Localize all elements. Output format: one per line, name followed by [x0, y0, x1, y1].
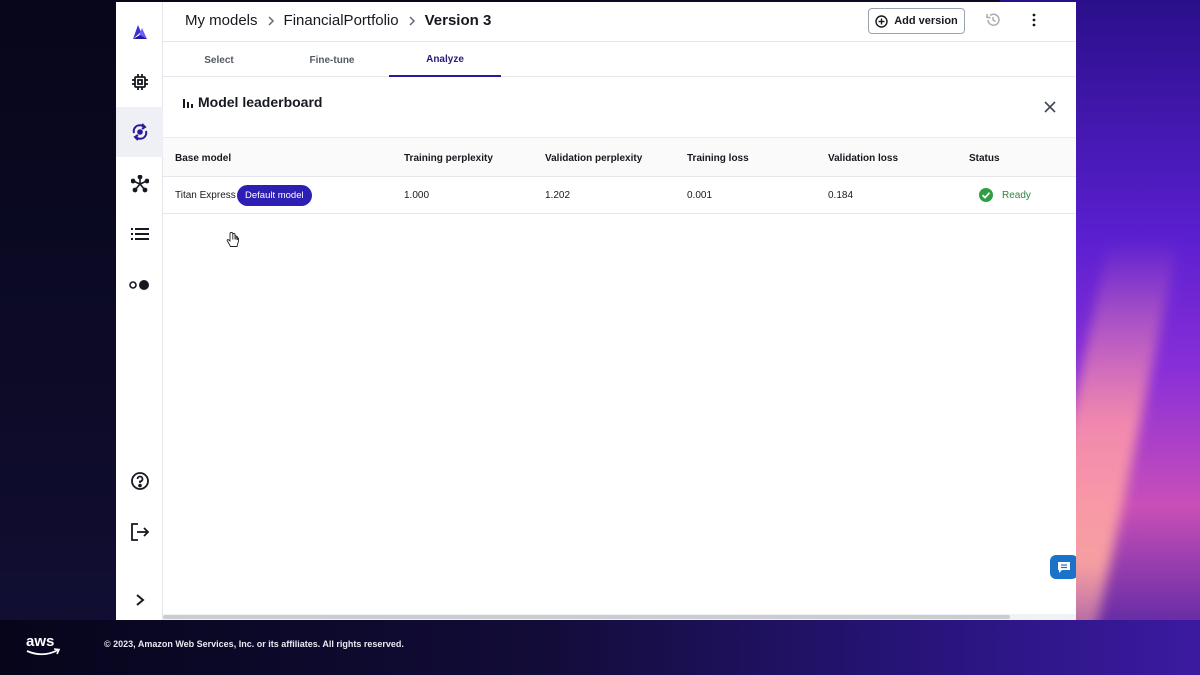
column-header[interactable]: Validation loss: [828, 153, 898, 164]
chat-button[interactable]: [1050, 555, 1076, 579]
refresh-icon[interactable]: [116, 107, 163, 157]
column-header[interactable]: Training perplexity: [404, 153, 493, 164]
page-header: My models FinancialPortfolio Version 3 A…: [163, 2, 1076, 42]
validation-perplexity-cell: 1.202: [545, 190, 571, 201]
aws-logo: aws: [24, 632, 64, 663]
tab-analyze[interactable]: Analyze: [389, 43, 501, 77]
validation-loss-cell: 0.184: [828, 190, 854, 201]
scrollbar-thumb[interactable]: [163, 615, 1010, 619]
breadcrumb-my-models[interactable]: My models: [185, 12, 258, 29]
history-icon[interactable]: [985, 12, 1001, 33]
bar-chart-icon: [183, 97, 194, 108]
close-icon[interactable]: [1044, 100, 1056, 118]
horizontal-scrollbar[interactable]: [163, 614, 1076, 620]
chip-icon[interactable]: [116, 57, 163, 107]
breadcrumb-project[interactable]: FinancialPortfolio: [284, 12, 399, 29]
leaderboard-table: Base model Training perplexity Validatio…: [163, 137, 1076, 214]
breadcrumb-version: Version 3: [424, 12, 492, 29]
list-icon[interactable]: [116, 209, 163, 259]
tab-select[interactable]: Select: [163, 43, 275, 77]
training-loss-cell: 0.001: [687, 190, 713, 201]
leaderboard-title: Model leaderboard: [198, 94, 323, 110]
cluster-icon[interactable]: [116, 159, 163, 209]
column-header[interactable]: Base model: [175, 153, 231, 164]
chat-icon: [1057, 561, 1071, 574]
plus-circle-icon: [875, 14, 888, 28]
copyright-text: © 2023, Amazon Web Services, Inc. or its…: [104, 639, 404, 649]
column-header[interactable]: Training loss: [687, 153, 749, 164]
hand-cursor-icon: [226, 232, 240, 254]
status-badge: Ready: [979, 188, 1031, 202]
default-model-badge: Default model: [237, 185, 312, 206]
tab-bar: Select Fine-tune Analyze: [163, 43, 1076, 77]
logo-icon[interactable]: [116, 7, 163, 57]
tab-fine-tune[interactable]: Fine-tune: [276, 43, 388, 77]
more-options-icon[interactable]: [1031, 12, 1037, 33]
logout-icon[interactable]: [116, 507, 163, 557]
toggle-icon[interactable]: [116, 260, 163, 310]
add-version-button[interactable]: Add version: [868, 8, 965, 34]
table-row[interactable]: Titan Express Default model 1.000 1.202 …: [163, 177, 1076, 214]
table-header: Base model Training perplexity Validatio…: [163, 137, 1076, 177]
svg-text:aws: aws: [26, 633, 54, 650]
column-header[interactable]: Status: [969, 153, 1000, 164]
chevron-right-icon[interactable]: [116, 575, 163, 620]
column-header[interactable]: Validation perplexity: [545, 153, 642, 164]
chevron-right-icon: [408, 15, 416, 27]
leaderboard-heading: Model leaderboard: [183, 94, 322, 110]
help-icon[interactable]: [116, 456, 163, 506]
check-circle-icon: [979, 188, 993, 202]
breadcrumb: My models FinancialPortfolio Version 3: [185, 12, 491, 29]
base-model-cell: Titan Express: [175, 190, 236, 201]
status-text: Ready: [1002, 189, 1031, 201]
chevron-right-icon: [267, 15, 275, 27]
app-window: My models FinancialPortfolio Version 3 A…: [116, 2, 1076, 620]
add-version-label: Add version: [894, 15, 958, 27]
training-perplexity-cell: 1.000: [404, 190, 430, 201]
sidebar: [116, 2, 163, 620]
